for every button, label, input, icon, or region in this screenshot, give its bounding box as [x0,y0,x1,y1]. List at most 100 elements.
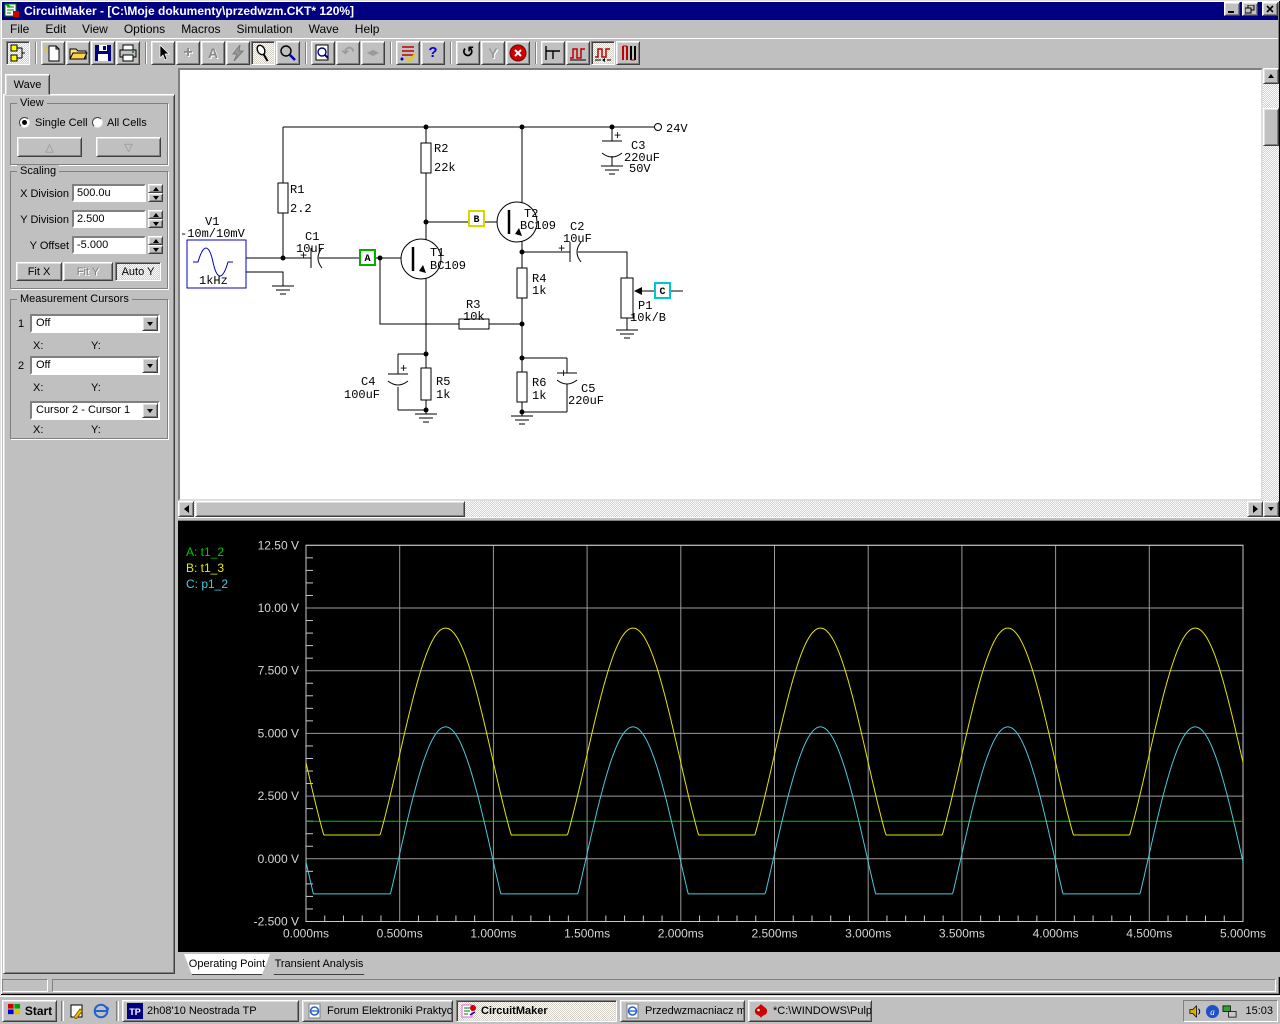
menu-view[interactable]: View [74,20,116,38]
menu-wave[interactable]: Wave [301,20,347,38]
transient-wave-button[interactable] [591,40,615,65]
tab-transient-analysis[interactable]: Transient Analysis [266,954,372,975]
resistor-r2[interactable] [420,142,432,174]
scope-probe-button[interactable] [541,40,565,65]
x-division-spinner[interactable] [148,184,163,202]
schematic-label-r6-value: 1k [532,389,546,403]
minimize-button[interactable] [1224,2,1240,16]
task-button-4[interactable]: Przedwzmacniacz mikrofo... [620,1000,745,1022]
y-tick-label: 2.500 V [258,789,299,803]
zoom-tool-button[interactable] [276,40,300,65]
scroll-left-icon[interactable] [178,501,194,517]
cursor1-select[interactable]: Off [30,314,160,333]
restore-button[interactable] [1242,2,1258,16]
y-offset-field[interactable] [72,236,146,254]
menu-help[interactable]: Help [347,20,388,38]
print-button[interactable] [116,40,140,65]
internet-explorer-quicklaunch[interactable] [90,1001,112,1021]
menu-macros[interactable]: Macros [173,20,228,38]
cursor2-select[interactable]: Off [30,356,160,375]
radio-all-cells[interactable] [92,117,103,128]
plus-tool-button[interactable]: + [176,40,200,65]
reset-icon: ↺ [461,43,475,61]
split-view-button[interactable]: ◀▶ [361,40,385,65]
dialup-icon[interactable]: a [1205,1004,1220,1019]
resistor-r5[interactable] [420,367,432,401]
parts-bin-button[interactable] [6,40,30,65]
task-button-3[interactable]: CircuitMaker [456,1000,617,1022]
open-file-icon [68,43,88,63]
task-button-1[interactable]: TP 2h08'10 Neostrada TP [122,1000,299,1022]
tab-operating-point[interactable]: Operating Point [184,954,270,975]
supply-terminal-24v[interactable] [654,123,662,131]
schematic-horizontal-scrollbar[interactable] [178,501,1263,517]
scroll-right-icon[interactable] [1247,501,1263,517]
open-file-button[interactable] [66,40,90,65]
wire-tool-button[interactable] [226,40,250,65]
chevron-down-icon[interactable] [142,358,158,373]
help-button[interactable]: ? [421,40,445,65]
x-tick-label: 0.000ms [283,927,329,941]
logic-wave-button[interactable] [616,40,640,65]
menu-edit[interactable]: Edit [37,20,74,38]
cursor-diff-select[interactable]: Cursor 2 - Cursor 1 [30,401,160,420]
fit-y-button[interactable]: Fit Y [63,262,113,281]
network-icon[interactable] [1222,1004,1237,1019]
digital-options-button[interactable] [396,40,420,65]
y-division-spinner[interactable] [148,210,163,228]
close-button[interactable] [1262,2,1278,16]
menu-options[interactable]: Options [116,20,173,38]
stop-button[interactable] [506,40,530,65]
y-offset-spinner[interactable] [148,236,163,254]
probe-a[interactable]: A [359,249,376,266]
select-arrow-button[interactable] [151,40,175,65]
resistor-r4[interactable] [516,267,528,299]
vscroll-track[interactable] [1263,84,1279,501]
scroll-down-icon[interactable] [1263,501,1279,517]
task-button-2[interactable]: Forum Elektroniki Praktycz... [302,1000,453,1022]
fit-x-button[interactable]: Fit X [16,262,62,281]
menu-simulation[interactable]: Simulation [229,20,301,38]
hscroll-thumb[interactable] [195,501,465,517]
toolbar-separator [305,41,307,64]
reset-button[interactable]: ↺ [456,40,480,65]
radio-all-cells-label: All Cells [107,117,147,129]
zoom-page-icon [313,43,333,63]
ie-doc-icon [625,1003,641,1019]
resistor-r6[interactable] [516,371,528,403]
probe-tool-button[interactable] [251,40,275,65]
utility-button[interactable]: Y [481,40,505,65]
x-tick-label: 0.500ms [377,927,423,941]
x-division-field[interactable] [72,184,146,202]
text-tool-button[interactable]: A [201,40,225,65]
new-file-button[interactable] [41,40,65,65]
pulse-wave-button[interactable] [566,40,590,65]
next-cell-button[interactable]: ▽ [96,137,161,157]
y-division-field[interactable] [72,210,146,228]
probe-c[interactable]: C [654,282,671,299]
task-button-5[interactable]: *C:\WINDOWS\Pulpit\sk... [748,1000,872,1022]
radio-single-cell[interactable] [19,117,30,128]
resistor-r1[interactable] [277,182,289,214]
vscroll-thumb[interactable] [1263,108,1279,146]
tab-wave[interactable]: Wave [5,74,50,95]
cursors-group-legend: Measurement Cursors [17,293,132,305]
probe-b[interactable]: B [468,210,485,227]
desktop-quicklaunch[interactable] [66,1001,88,1021]
help-icon: ? [428,44,438,61]
save-button[interactable] [91,40,115,65]
schematic-canvas[interactable]: A B C V1 -10m/10mV 1kHz R1 2.2 R2 22k C1 10uF + T1… [178,68,1263,501]
volume-icon[interactable] [1188,1004,1203,1019]
toolbar-separator [535,41,537,64]
rotate-button[interactable]: ↶ [336,40,360,65]
start-button[interactable]: Start [2,1000,57,1022]
chevron-down-icon[interactable] [142,403,158,418]
prev-cell-button[interactable]: △ [17,137,82,157]
zoom-page-button[interactable] [311,40,335,65]
schematic-vertical-scrollbar[interactable] [1263,68,1279,517]
waveform-viewer[interactable]: 12.50 V 10.00 V 7.500 V 5.000 V 2.500 V 0.000… [178,521,1280,952]
menu-file[interactable]: File [2,20,37,38]
chevron-down-icon[interactable] [142,316,158,331]
auto-y-button[interactable]: Auto Y [115,262,161,281]
scroll-up-icon[interactable] [1263,68,1279,84]
